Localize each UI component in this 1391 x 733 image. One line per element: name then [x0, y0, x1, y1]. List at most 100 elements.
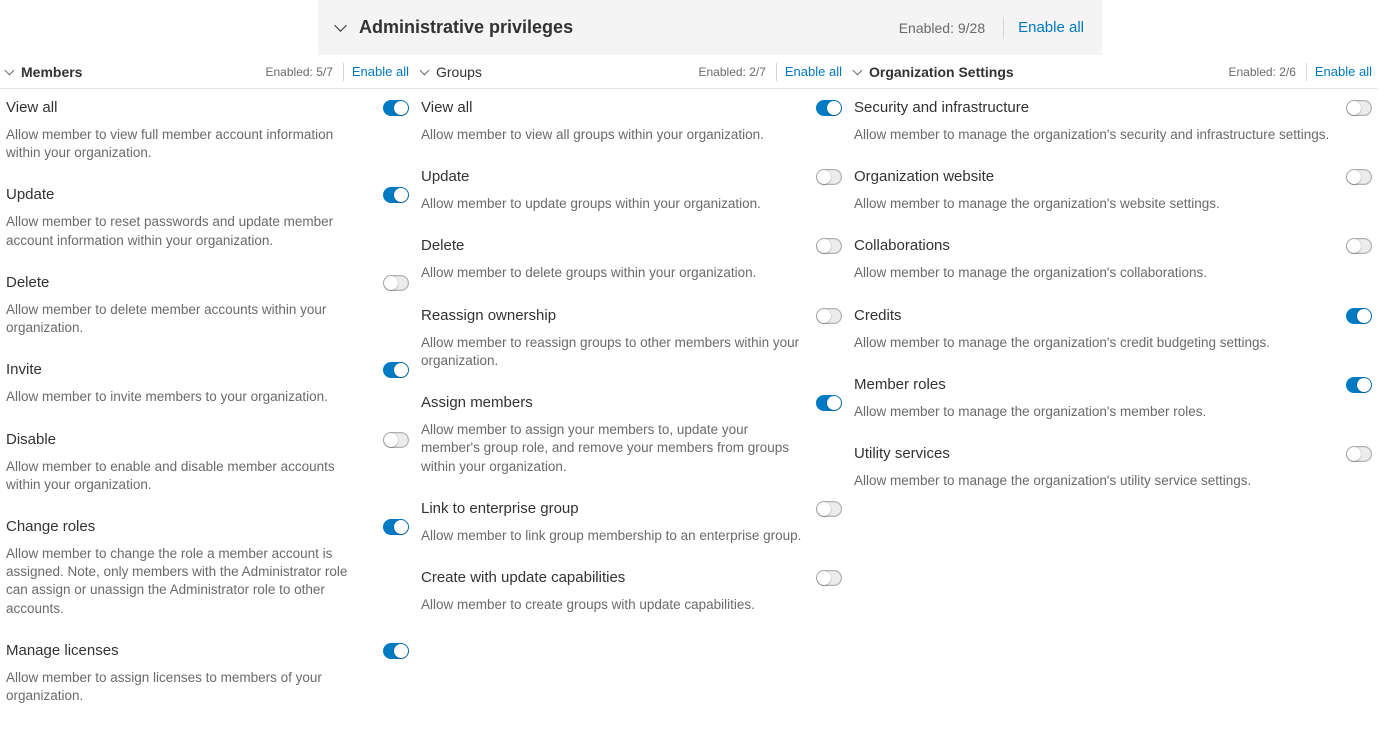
privilege-description: Allow member to manage the organization'… [854, 195, 1372, 213]
enabled-count: Enabled: 9/28 [899, 20, 985, 36]
privilege-item: Member roles Allow member to manage the o… [854, 374, 1372, 421]
privilege-toggle[interactable] [1346, 169, 1372, 185]
column-header[interactable]: MembersEnabled: 5/7 Enable all [0, 55, 415, 89]
privilege-item: Assign members Allow member to assign you… [421, 392, 842, 476]
privilege-description: Allow member to invite members to your o… [6, 388, 409, 406]
column-title: Members [21, 64, 266, 80]
privilege-item: Disable Allow member to enable and disabl… [6, 429, 409, 494]
enable-all-link[interactable]: Enable all [785, 64, 842, 79]
divider [1003, 17, 1004, 39]
privilege-item: Utility servicesAllow member to manage t… [854, 443, 1372, 490]
privilege-title: Invite [6, 359, 383, 378]
privilege-toggle[interactable] [1346, 100, 1372, 116]
privilege-title: Disable [6, 429, 383, 448]
privilege-title: Update [421, 166, 816, 185]
privilege-item: Organization websiteAllow member to mana… [854, 166, 1372, 213]
privilege-description: Allow member to update groups within you… [421, 195, 842, 213]
privilege-item: View allAllow member to view full member… [6, 97, 409, 162]
privilege-item: Update Allow member to reset passwords an… [6, 184, 409, 249]
divider [343, 63, 344, 81]
privilege-toggle[interactable] [1346, 238, 1372, 254]
privilege-toggle[interactable] [816, 169, 842, 185]
privilege-title: View all [421, 97, 816, 116]
privilege-item: Credits Allow member to manage the organi… [854, 305, 1372, 352]
enable-all-link[interactable]: Enable all [1315, 64, 1372, 79]
column-body: Security and infrastructure Allow member … [848, 89, 1378, 518]
chevron-down-icon [420, 65, 430, 75]
column-body: View allAllow member to view full member… [0, 89, 415, 733]
privilege-title: Link to enterprise group [421, 498, 816, 517]
privilege-description: Allow member to link group membership to… [421, 527, 842, 545]
privilege-description: Allow member to delete member accounts w… [6, 301, 409, 337]
privilege-title: Delete [6, 272, 383, 291]
privilege-description: Allow member to enable and disable membe… [6, 458, 409, 494]
privilege-description: Allow member to manage the organization'… [854, 403, 1372, 421]
privilege-toggle[interactable] [383, 275, 409, 291]
privilege-description: Allow member to reassign groups to other… [421, 334, 842, 370]
privilege-title: Manage licenses [6, 640, 383, 659]
column-enabled-count: Enabled: 2/6 [1229, 65, 1296, 79]
privilege-item: View all Allow member to view all groups … [421, 97, 842, 144]
enable-all-link[interactable]: Enable all [1018, 19, 1084, 36]
column-groups: GroupsEnabled: 2/7 Enable all View all Allo… [415, 55, 848, 642]
privilege-title: Change roles [6, 516, 383, 535]
privilege-description: Allow member to assign your members to, … [421, 421, 842, 476]
divider [776, 63, 777, 81]
privilege-item: Create with update capabilities Allow mem… [421, 567, 842, 614]
privilege-title: Assign members [421, 392, 816, 411]
privilege-toggle[interactable] [816, 100, 842, 116]
privilege-toggle[interactable] [816, 395, 842, 411]
privilege-title: Create with update capabilities [421, 567, 816, 586]
privilege-toggle[interactable] [383, 100, 409, 116]
privilege-description: Allow member to view full member account… [6, 126, 409, 162]
privilege-title: Reassign ownership [421, 305, 816, 324]
privilege-item: Delete Allow member to delete member acco… [6, 272, 409, 337]
privilege-toggle[interactable] [816, 570, 842, 586]
column-members: MembersEnabled: 5/7 Enable all View allAll… [0, 55, 415, 733]
column-enabled-count: Enabled: 5/7 [266, 65, 333, 79]
privilege-toggle[interactable] [1346, 377, 1372, 393]
column-enabled-count: Enabled: 2/7 [699, 65, 766, 79]
privilege-title: Collaborations [854, 235, 1346, 254]
privilege-toggle[interactable] [816, 308, 842, 324]
privilege-title: Security and infrastructure [854, 97, 1346, 116]
privilege-item: Manage licenses Allow member to assign li… [6, 640, 409, 705]
column-header[interactable]: Organization SettingsEnabled: 2/6 Enable … [848, 55, 1378, 89]
enable-all-link[interactable]: Enable all [352, 64, 409, 79]
chevron-down-icon [5, 65, 15, 75]
privilege-item: Invite Allow member to invite members to … [6, 359, 409, 406]
privilege-description: Allow member to manage the organization'… [854, 472, 1372, 490]
divider [1306, 63, 1307, 81]
column-title: Organization Settings [869, 64, 1229, 80]
privilege-title: Credits [854, 305, 1346, 324]
column-header[interactable]: GroupsEnabled: 2/7 Enable all [415, 55, 848, 89]
privilege-toggle[interactable] [1346, 446, 1372, 462]
privilege-description: Allow member to delete groups within you… [421, 264, 842, 282]
privilege-toggle[interactable] [383, 432, 409, 448]
privilege-description: Allow member to create groups with updat… [421, 596, 842, 614]
privilege-description: Allow member to manage the organization'… [854, 334, 1372, 352]
privilege-description: Allow member to reset passwords and upda… [6, 213, 409, 249]
privilege-item: Change roles Allow member to change the r… [6, 516, 409, 618]
privilege-item: Update Allow member to update groups with… [421, 166, 842, 213]
privilege-toggle[interactable] [383, 519, 409, 535]
privilege-toggle[interactable] [816, 238, 842, 254]
chevron-down-icon [853, 65, 863, 75]
privilege-toggle[interactable] [383, 187, 409, 203]
privilege-toggle[interactable] [1346, 308, 1372, 324]
privilege-description: Allow member to change the role a member… [6, 545, 409, 618]
column-organization-settings: Organization SettingsEnabled: 2/6 Enable … [848, 55, 1378, 518]
privilege-item: Security and infrastructure Allow member … [854, 97, 1372, 144]
privilege-item: DeleteAllow member to delete groups with… [421, 235, 842, 282]
column-title: Groups [436, 64, 699, 80]
privilege-title: Member roles [854, 374, 1346, 393]
privilege-description: Allow member to assign licenses to membe… [6, 669, 409, 705]
privilege-description: Allow member to manage the organization'… [854, 264, 1372, 282]
privilege-toggle[interactable] [383, 643, 409, 659]
privilege-title: Update [6, 184, 383, 203]
privilege-toggle[interactable] [816, 501, 842, 517]
privilege-description: Allow member to manage the organization'… [854, 126, 1372, 144]
admin-privileges-panel[interactable]: Administrative privileges Enabled: 9/28 … [318, 0, 1102, 55]
privilege-toggle[interactable] [383, 362, 409, 378]
privilege-description: Allow member to view all groups within y… [421, 126, 842, 144]
